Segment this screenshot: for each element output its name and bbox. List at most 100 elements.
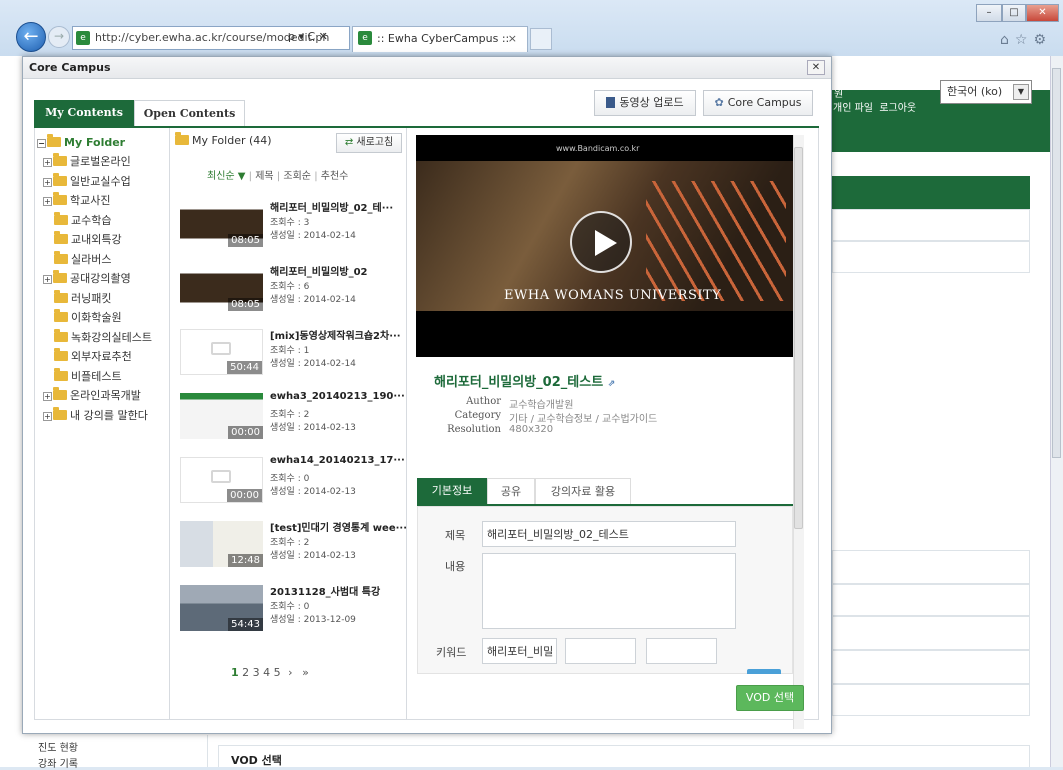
page-5[interactable]: 5 [274,666,281,679]
video-duration: 00:00 [228,426,263,439]
modal-close-icon[interactable]: ✕ [807,60,825,75]
tree-item[interactable]: + 온라인과목개발 [43,387,141,404]
vod-select-button[interactable]: VOD 선택 [736,685,804,711]
detail-scrollbar-thumb[interactable] [794,147,803,529]
video-list-item[interactable]: 12:48 [test]민대기 경영통계 wee··· 조회수 : 2 생성일 : 2… [174,515,407,571]
expand-icon[interactable]: + [43,197,52,206]
video-title[interactable]: 해리포터_비밀의방_02 [270,263,368,278]
keyword-add-button[interactable] [747,669,781,674]
core-campus-button[interactable]: ✿ Core Campus [703,90,813,116]
content-field[interactable] [482,553,736,629]
tree-item[interactable]: 실라버스 [54,250,111,268]
page-2[interactable]: 2 [242,666,249,679]
video-title[interactable]: 해리포터_비밀의방_02_테··· [270,199,393,214]
page-scrollbar-thumb[interactable] [1052,68,1061,458]
pagination: 1 2 3 4 5 › » [231,666,309,679]
tab-my-contents[interactable]: My Contents [34,100,134,126]
tree-item[interactable]: 이화학술원 [54,309,122,326]
tree-item[interactable]: + 일반교실수업 [43,172,131,190]
video-list-item[interactable]: 50:44 [mix]동영상제작워크숍2차··· 조회수 : 1 생성일 : 2014… [174,323,401,379]
video-title[interactable]: ewha14_20140213_17··· [270,455,405,466]
left-nav-item[interactable]: 강좌 기록 [38,755,78,770]
expand-icon[interactable]: + [43,177,52,187]
page-4[interactable]: 4 [263,666,270,679]
browser-tab[interactable]: :: Ewha CyberCampus :: × [352,26,528,52]
video-list-item[interactable]: 08:05 해리포터_비밀의방_02_테··· 조회수 : 3 생성일 : 2014-… [174,195,399,251]
expand-icon[interactable]: + [43,158,52,167]
folder-icon [54,250,68,264]
maximize-button[interactable]: □ [1002,4,1026,22]
tab-basic-info[interactable]: 기본정보 [417,478,487,504]
sort-title[interactable]: 제목 [255,171,273,182]
refresh-button[interactable]: ⇄ 새로고침 [336,133,402,153]
expand-icon[interactable]: + [43,392,52,401]
tree-item[interactable]: 교내외특강 [54,231,122,248]
video-thumbnail[interactable]: 50:44 [180,329,263,375]
tree-item-label: 이화학술원 [71,311,122,324]
video-list-item[interactable]: 54:43 20131128_사범대 특강 조회수 : 0 생성일 : 2013-12… [174,579,399,635]
tree-item[interactable]: 비플테스트 [54,367,122,385]
video-thumbnail[interactable]: 08:05 [180,201,263,247]
keyword-field-3[interactable] [646,638,717,664]
expand-icon[interactable]: + [43,411,52,421]
video-thumbnail[interactable]: 00:00 [180,457,263,503]
video-list-item[interactable]: 00:00 ewha3_20140213_190··· 조회수 : 2 생성일 : 2… [174,387,405,443]
video-list-item[interactable]: 08:05 해리포터_비밀의방_02 조회수 : 6 생성일 : 2014-02-14 [174,259,399,315]
tab-open-contents[interactable]: Open Contents [134,100,245,126]
language-select[interactable]: 한국어 (ko) ▼ [940,80,1032,104]
tab-close-icon[interactable]: × [508,27,517,51]
tree-item[interactable]: 러닝패킷 [54,289,111,307]
external-link-icon[interactable]: ⇗ [608,379,616,389]
video-thumbnail[interactable]: 00:00 [180,393,263,439]
next-page[interactable]: › [288,666,292,679]
window-close-button[interactable]: ✕ [1026,4,1059,22]
tree-item[interactable]: + 학교사진 [43,192,110,209]
video-player[interactable]: www.Bandicam.co.kr EWHA WOMANS UNIVERSIT… [416,135,794,357]
folder-icon [54,328,68,342]
tree-root-label: My Folder [64,136,126,149]
play-icon[interactable] [570,211,632,273]
last-page[interactable]: » [302,666,309,679]
page-3[interactable]: 3 [253,666,260,679]
video-thumbnail[interactable]: 12:48 [180,521,263,567]
user-links[interactable]: 개인 파일 로그아웃 [833,99,916,114]
keyword-field-1[interactable] [482,638,557,664]
tree-item[interactable]: + 공대강의촬영 [43,270,131,287]
site-favicon-icon: e [76,31,90,45]
upload-video-button[interactable]: 동영상 업로드 [594,90,696,116]
tree-item[interactable]: 외부자료추천 [54,348,132,365]
sort-views[interactable]: 조회순 [283,171,311,182]
folder-icon [54,211,68,225]
forward-button[interactable]: → [48,26,70,48]
tab-lecture-material[interactable]: 강의자료 활용 [535,478,631,504]
tree-item[interactable]: 교수학습 [54,211,111,229]
address-controls[interactable]: ρ ▾ C ✕ [288,30,328,43]
new-tab-button[interactable] [530,28,552,50]
tree-item-label: 교내외특강 [71,233,122,246]
video-thumbnail[interactable]: 08:05 [180,265,263,311]
keyword-field-2[interactable] [565,638,636,664]
video-title[interactable]: 20131128_사범대 특강 [270,583,380,598]
video-title[interactable]: ewha3_20140213_190··· [270,391,405,402]
tree-item[interactable]: + 내 강의를 말한다 [43,406,148,424]
video-title[interactable]: [test]민대기 경영통계 wee··· [270,519,407,534]
expand-icon[interactable]: + [43,275,52,284]
title-field[interactable] [482,521,736,547]
tab-share[interactable]: 공유 [487,478,535,504]
sort-recommend[interactable]: 추천수 [321,171,349,182]
browser-tools-icons[interactable]: ⌂☆⚙ [1000,32,1052,48]
tree-item-label: 글로벌온라인 [70,155,131,168]
expand-icon: − [37,139,46,148]
sort-latest[interactable]: 최신순 ▼ [207,171,245,182]
tree-item[interactable]: 녹화강의실테스트 [54,328,152,346]
back-button[interactable]: ← [16,22,46,52]
video-thumbnail[interactable]: 54:43 [180,585,263,631]
minimize-button[interactable]: – [976,4,1002,22]
video-list-item[interactable]: 00:00 ewha14_20140213_17··· 조회수 : 0 생성일 : 2… [174,451,405,507]
meta-value: 교수학습개발원 [509,400,574,411]
page-1[interactable]: 1 [231,666,239,679]
video-title[interactable]: [mix]동영상제작워크숍2차··· [270,327,401,342]
tree-item[interactable]: + 글로벌온라인 [43,153,131,170]
tree-root-my-folder[interactable]: − My Folder [37,134,125,151]
left-nav-item[interactable]: 진도 현황 [38,739,78,754]
